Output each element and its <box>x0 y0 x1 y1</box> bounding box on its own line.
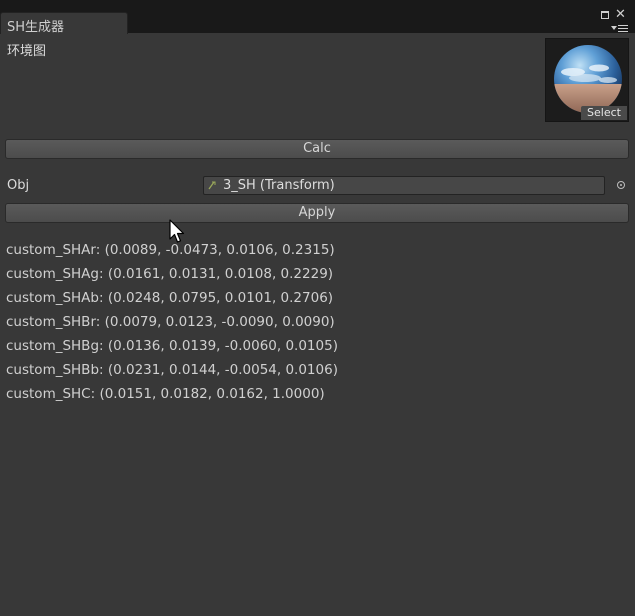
sh-coefficient-line: custom_SHC: (0.0151, 0.0182, 0.0162, 1.0… <box>6 386 325 402</box>
sh-coefficient-line: custom_SHBg: (0.0136, 0.0139, -0.0060, 0… <box>6 338 338 354</box>
sh-coefficient-line: custom_SHAg: (0.0161, 0.0131, 0.0108, 0.… <box>6 266 334 282</box>
mouse-cursor-icon <box>169 219 185 243</box>
transform-icon <box>208 181 216 190</box>
sh-coefficient-line: custom_SHBr: (0.0079, 0.0123, -0.0090, 0… <box>6 314 335 330</box>
tab-sh-generator[interactable]: SH生成器 <box>0 12 128 35</box>
obj-field[interactable]: 3_SH (Transform) <box>203 176 605 195</box>
window-menu-icon[interactable] <box>611 24 629 34</box>
close-icon[interactable]: ✕ <box>615 7 626 22</box>
environment-map-field[interactable]: Select <box>545 38 629 122</box>
object-picker-icon[interactable] <box>617 181 625 189</box>
sh-coefficient-line: custom_SHAb: (0.0248, 0.0795, 0.0101, 0.… <box>6 290 334 306</box>
sh-generator-window: SH生成器 ✕ 环境图 Select Calc Obj 3_SH (Transf… <box>0 0 635 616</box>
tab-title: SH生成器 <box>7 20 65 35</box>
obj-value: 3_SH (Transform) <box>223 178 335 193</box>
environment-map-label: 环境图 <box>7 44 47 59</box>
apply-button[interactable]: Apply <box>5 203 629 223</box>
sh-coefficient-line: custom_SHBb: (0.0231, 0.0144, -0.0054, 0… <box>6 362 338 378</box>
obj-label: Obj <box>7 178 30 193</box>
maximize-icon[interactable] <box>601 11 609 19</box>
tab-bar: SH生成器 ✕ <box>0 0 635 35</box>
select-button[interactable]: Select <box>581 106 627 120</box>
sh-coefficient-list: custom_SHAr: (0.0089, -0.0473, 0.0106, 0… <box>6 240 338 408</box>
calc-button[interactable]: Calc <box>5 139 629 159</box>
cubemap-preview <box>554 45 622 113</box>
